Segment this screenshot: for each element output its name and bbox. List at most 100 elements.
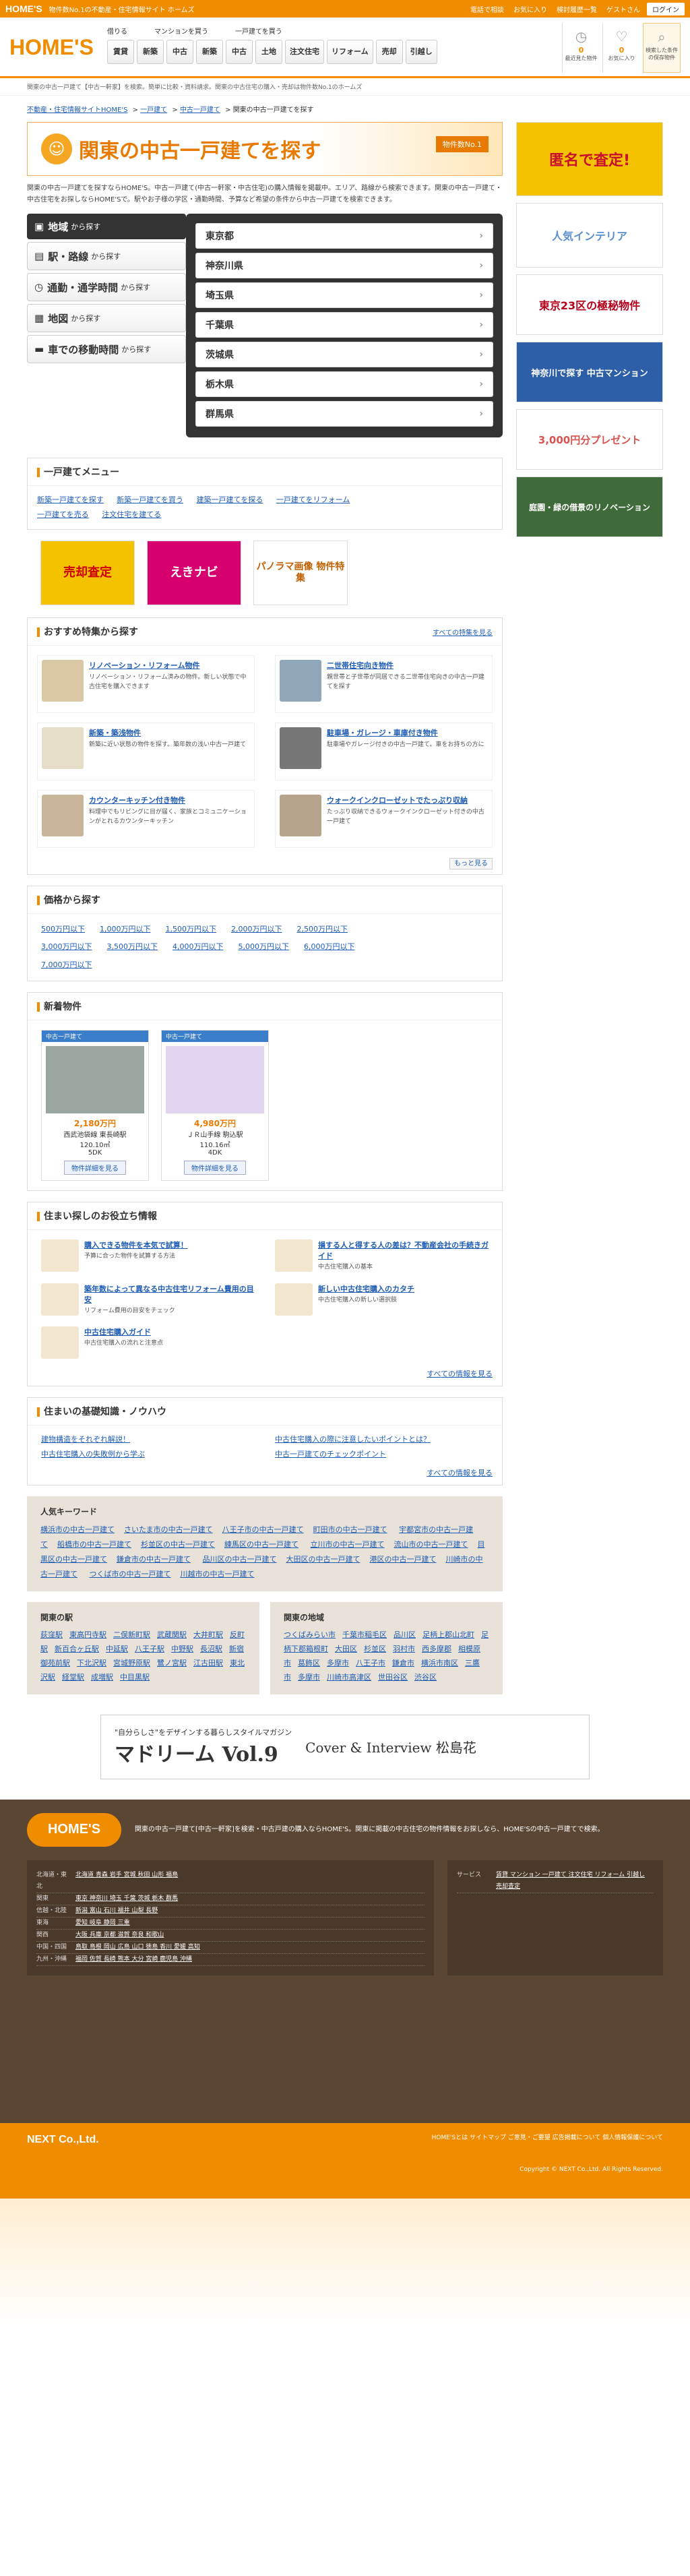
station-link[interactable]: 二俣新町駅: [113, 1630, 150, 1639]
area-link[interactable]: 大田区: [335, 1645, 357, 1653]
price-link[interactable]: 7,000万円以下: [41, 960, 92, 969]
station-link[interactable]: 東高円寺駅: [69, 1630, 106, 1639]
property-detail-button[interactable]: 物件詳細を見る: [184, 1161, 246, 1175]
menu-link[interactable]: 新築一戸建てを買う: [117, 495, 183, 504]
menu-link[interactable]: 新築一戸建てを探す: [37, 495, 104, 504]
side-ad-tokyo[interactable]: 東京23区の極秘物件: [516, 274, 663, 335]
tab-area[interactable]: ▣ 地域 から探す: [27, 214, 186, 239]
tab-commute[interactable]: ◷ 通勤・通学時間 から探す: [27, 273, 186, 301]
area-link[interactable]: 羽村市: [393, 1645, 415, 1653]
saved-search[interactable]: ⌕ 検索した条件の保存物件: [643, 23, 681, 73]
nav-mansion-used[interactable]: 中古: [166, 40, 193, 64]
help-item[interactable]: 中古住宅購入ガイド 中古住宅購入の流れと注意点: [41, 1326, 255, 1359]
help-item[interactable]: 購入できる物件を本気で試算！ 予算に合った物件を試算する方法: [41, 1239, 255, 1272]
keyword-link[interactable]: 流山市の中古一戸建て: [394, 1540, 468, 1549]
station-link[interactable]: 江古田駅: [193, 1659, 223, 1667]
station-link[interactable]: 新百合ヶ丘駅: [55, 1645, 99, 1653]
price-link[interactable]: 4,000万円以下: [172, 942, 224, 951]
breadcrumb-home[interactable]: 不動産・住宅情報サイトHOME'S: [27, 106, 127, 114]
keyword-link[interactable]: 川越市の中古一戸建て: [181, 1570, 255, 1578]
station-link[interactable]: 中延駅: [106, 1645, 128, 1653]
phone-link[interactable]: 電話で相談: [470, 4, 504, 14]
breadcrumb-house[interactable]: 一戸建て: [140, 106, 167, 114]
history-link[interactable]: 検討履歴一覧: [557, 4, 597, 14]
station-link[interactable]: 宮城野原駅: [113, 1659, 150, 1667]
nav-land[interactable]: 土地: [255, 40, 282, 64]
price-link[interactable]: 2,500万円以下: [297, 925, 348, 933]
keyword-link[interactable]: 大田区の中古一戸建て: [286, 1555, 360, 1564]
menu-link[interactable]: 建築一戸建てを探る: [197, 495, 263, 504]
property-card[interactable]: 中古一戸建て 4,980万円 ＪＲ山手線 駒込駅 110.16㎡ 4DK 物件詳…: [161, 1030, 269, 1182]
pref-gunma[interactable]: 群馬県 ›: [195, 401, 493, 427]
area-link[interactable]: 世田谷区: [378, 1673, 408, 1682]
help-item[interactable]: 築年数によって異なる中古住宅リフォーム費用の目安 リフォーム費用の目安をチェック: [41, 1283, 255, 1316]
station-link[interactable]: 大井町駅: [193, 1630, 223, 1639]
price-link[interactable]: 6,000万円以下: [304, 942, 355, 951]
favorites-link[interactable]: お気に入り: [513, 4, 547, 14]
price-link[interactable]: 1,000万円以下: [100, 925, 151, 933]
pref-kanagawa[interactable]: 神奈川県 ›: [195, 253, 493, 278]
side-ad-present[interactable]: 3,000円分プレゼント: [516, 409, 663, 470]
nav-house-used[interactable]: 中古: [226, 40, 253, 64]
knowledge-link[interactable]: 中古住宅購入の際に注意したいポイントとは？: [275, 1434, 489, 1444]
recommend-item[interactable]: 二世帯住宅向き物件 親世帯と子世帯が同居できる二世帯住宅向きの中古一戸建てを探す: [275, 655, 493, 713]
keyword-link[interactable]: 鎌倉市の中古一戸建て: [117, 1555, 191, 1564]
recommend-item[interactable]: 駐車場・ガレージ・車庫付き物件 駐車場やガレージ付きの中古一戸建て。車をお持ちの方…: [275, 723, 493, 780]
site-logo[interactable]: HOME'S: [9, 35, 100, 60]
nav-reform[interactable]: リフォーム: [327, 40, 373, 64]
nav-custom[interactable]: 注文住宅: [285, 40, 324, 64]
keyword-link[interactable]: 品川区の中古一戸建て: [203, 1555, 277, 1564]
area-link[interactable]: 渋谷区: [414, 1673, 437, 1682]
price-link[interactable]: 3,000万円以下: [41, 942, 92, 951]
area-link[interactable]: 多摩市: [327, 1659, 349, 1667]
keyword-link[interactable]: さいたま市の中古一戸建て: [124, 1525, 213, 1534]
nav-sell[interactable]: 売却: [375, 40, 403, 64]
recommend-item[interactable]: ウォークインクローゼットでたっぷり収納 たっぷり収納できるウォークインクローゼット…: [275, 790, 493, 848]
area-link[interactable]: 品川区: [394, 1630, 416, 1639]
station-link[interactable]: 経堂駅: [62, 1673, 84, 1682]
pref-tochigi[interactable]: 栃木県 ›: [195, 371, 493, 397]
side-ad-sell[interactable]: 匿名で査定!: [516, 122, 663, 196]
area-link[interactable]: 杉並区: [364, 1645, 386, 1653]
tab-car[interactable]: ▬ 車での移動時間 から探す: [27, 335, 186, 363]
breadcrumb-used[interactable]: 中古一戸建て: [180, 106, 220, 114]
tab-station[interactable]: ▤ 駅・路線 から探す: [27, 242, 186, 270]
price-link[interactable]: 3,500万円以下: [107, 942, 158, 951]
recommend-more-link[interactable]: すべての特集を見る: [433, 627, 493, 637]
station-link[interactable]: 長沼駅: [200, 1645, 222, 1653]
magazine-ad[interactable]: "自分らしさ"をデザインする暮らしスタイルマガジン マドリーム Vol.9 Co…: [100, 1714, 590, 1779]
keyword-link[interactable]: 町田市の中古一戸建て: [313, 1525, 387, 1534]
nav-mansion-new[interactable]: 新築: [137, 40, 164, 64]
area-link[interactable]: 葛飾区: [298, 1659, 320, 1667]
keyword-link[interactable]: 杉並区の中古一戸建て: [141, 1540, 215, 1549]
station-link[interactable]: 中野駅: [171, 1645, 193, 1653]
price-link[interactable]: 2,000万円以下: [231, 925, 282, 933]
pref-ibaraki[interactable]: 茨城県 ›: [195, 342, 493, 367]
price-link[interactable]: 1,500万円以下: [166, 925, 217, 933]
area-link[interactable]: 川崎市高津区: [327, 1673, 371, 1682]
area-link[interactable]: 多摩市: [298, 1673, 320, 1682]
menu-link[interactable]: 注文住宅を建てる: [102, 510, 161, 519]
pref-saitama[interactable]: 埼玉県 ›: [195, 282, 493, 308]
keyword-link[interactable]: 練馬区の中古一戸建て: [224, 1540, 299, 1549]
pref-tokyo[interactable]: 東京都 ›: [195, 223, 493, 249]
recommend-item[interactable]: カウンターキッチン付き物件 料理中でもリビングに目が届く、家族とコミュニケーション…: [37, 790, 255, 848]
station-link[interactable]: 下北沢駅: [77, 1659, 106, 1667]
knowledge-link[interactable]: 中古住宅購入の失敗例から学ぶ: [41, 1448, 255, 1459]
recommend-item[interactable]: リノベーション・リフォーム物件 リノベーション・リフォーム済みの物件。新しい状態で…: [37, 655, 255, 713]
help-more-link[interactable]: すべての情報を見る: [427, 1370, 493, 1378]
area-link[interactable]: 千葉市稲毛区: [342, 1630, 387, 1639]
recent-viewed[interactable]: ◷ 0 最近見た物件: [562, 23, 600, 73]
area-link[interactable]: 西多摩郡: [422, 1645, 451, 1653]
banner-panorama[interactable]: パノラマ画像 物件特集: [253, 541, 348, 605]
side-ad-kanagawa[interactable]: 神奈川で探す 中古マンション: [516, 342, 663, 402]
menu-link[interactable]: 一戸建てを売る: [37, 510, 89, 519]
login-button[interactable]: ログイン: [647, 2, 685, 16]
station-link[interactable]: 中目黒駅: [120, 1673, 150, 1682]
banner-ekinavi[interactable]: えきナビ: [147, 541, 241, 605]
station-link[interactable]: 武蔵関駅: [157, 1630, 187, 1639]
nav-house-new[interactable]: 新築: [196, 40, 223, 64]
footer-logo[interactable]: HOME'S: [27, 1812, 121, 1847]
keyword-link[interactable]: 船橋市の中古一戸建て: [57, 1540, 131, 1549]
knowledge-more-link[interactable]: すべての情報を見る: [427, 1469, 493, 1477]
